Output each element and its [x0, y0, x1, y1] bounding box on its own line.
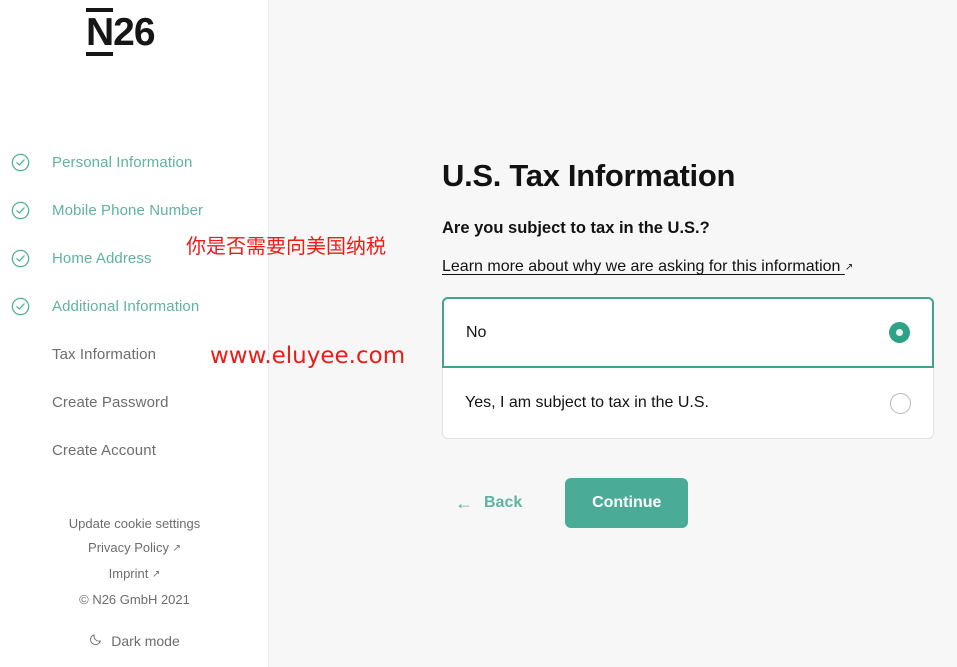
option-label: Yes, I am subject to tax in the U.S. — [465, 394, 709, 411]
external-link-icon: ↗ — [844, 262, 854, 273]
radio-unselected-icon[interactable] — [890, 392, 911, 414]
learn-more-link[interactable]: Learn more about why we are asking for t… — [442, 258, 853, 276]
option-yes[interactable]: Yes, I am subject to tax in the U.S. — [442, 368, 934, 439]
sidebar-item-label: Create Password — [52, 393, 169, 411]
continue-button[interactable]: Continue — [565, 478, 689, 528]
sidebar-item-label: Mobile Phone Number — [52, 201, 204, 219]
sidebar-item-create-password[interactable]: Create Password — [0, 378, 269, 426]
moon-icon — [89, 632, 103, 649]
sidebar-item-additional-information[interactable]: Additional Information — [0, 282, 269, 330]
external-link-icon: ↗ — [172, 543, 181, 554]
check-circle-icon — [11, 153, 52, 172]
option-no[interactable]: No — [442, 297, 934, 368]
sidebar-item-create-account[interactable]: Create Account — [0, 426, 269, 474]
sidebar-item-label: Personal Information — [52, 153, 193, 171]
annotation-chinese-note: 你是否需要向美国纳税 — [186, 234, 386, 258]
sidebar-item-label: Tax Information — [52, 345, 157, 363]
imprint-label: Imprint — [108, 566, 149, 581]
check-circle-icon — [11, 201, 52, 220]
annotation-watermark: www.eluyee.com — [210, 343, 406, 369]
progress-steps: Personal Information Mobile Phone Number — [0, 138, 269, 474]
dark-mode-toggle[interactable]: Dark mode — [0, 632, 269, 649]
sidebar-item-label: Additional Information — [52, 297, 200, 315]
question-label: Are you subject to tax in the U.S.? — [442, 219, 710, 237]
back-button-label: Back — [484, 494, 523, 511]
sidebar-item-label: Create Account — [52, 441, 156, 459]
arrow-left-icon: ← — [455, 492, 473, 513]
form-actions: ← Back Continue — [442, 478, 936, 528]
dark-mode-label: Dark mode — [111, 632, 180, 649]
sidebar: N26 Personal Information Mobile Phone Nu… — [0, 0, 269, 667]
sidebar-item-label: Home Address — [52, 249, 152, 267]
tax-options-group: No Yes, I am subject to tax in the U.S. — [442, 297, 934, 439]
learn-more-label: Learn more about why we are asking for t… — [442, 258, 841, 275]
privacy-policy-link[interactable]: Privacy Policy ↗ — [0, 536, 269, 562]
main-content: U.S. Tax Information Are you subject to … — [269, 0, 957, 667]
imprint-link[interactable]: Imprint ↗ — [0, 562, 269, 588]
page-title: U.S. Tax Information — [442, 158, 736, 193]
option-label: No — [466, 323, 487, 341]
n26-logo[interactable]: N26 — [86, 8, 156, 57]
update-cookie-settings-link[interactable]: Update cookie settings — [0, 512, 269, 536]
logo-26: 26 — [113, 11, 155, 54]
logo-n: N — [86, 8, 114, 57]
back-button[interactable]: ← Back — [455, 493, 522, 514]
sidebar-item-personal-information[interactable]: Personal Information — [0, 138, 269, 186]
copyright-text: © N26 GmbH 2021 — [79, 592, 190, 607]
signup-page: N26 Personal Information Mobile Phone Nu… — [0, 0, 957, 667]
sidebar-item-mobile-phone-number[interactable]: Mobile Phone Number — [0, 186, 269, 234]
radio-dot — [896, 329, 903, 336]
sidebar-footer: Update cookie settings Privacy Policy ↗ … — [0, 512, 269, 612]
radio-selected-icon[interactable] — [889, 322, 910, 343]
check-circle-icon — [11, 297, 52, 316]
check-circle-icon — [11, 249, 52, 268]
privacy-policy-label: Privacy Policy — [88, 540, 169, 555]
external-link-icon: ↗ — [151, 569, 161, 580]
